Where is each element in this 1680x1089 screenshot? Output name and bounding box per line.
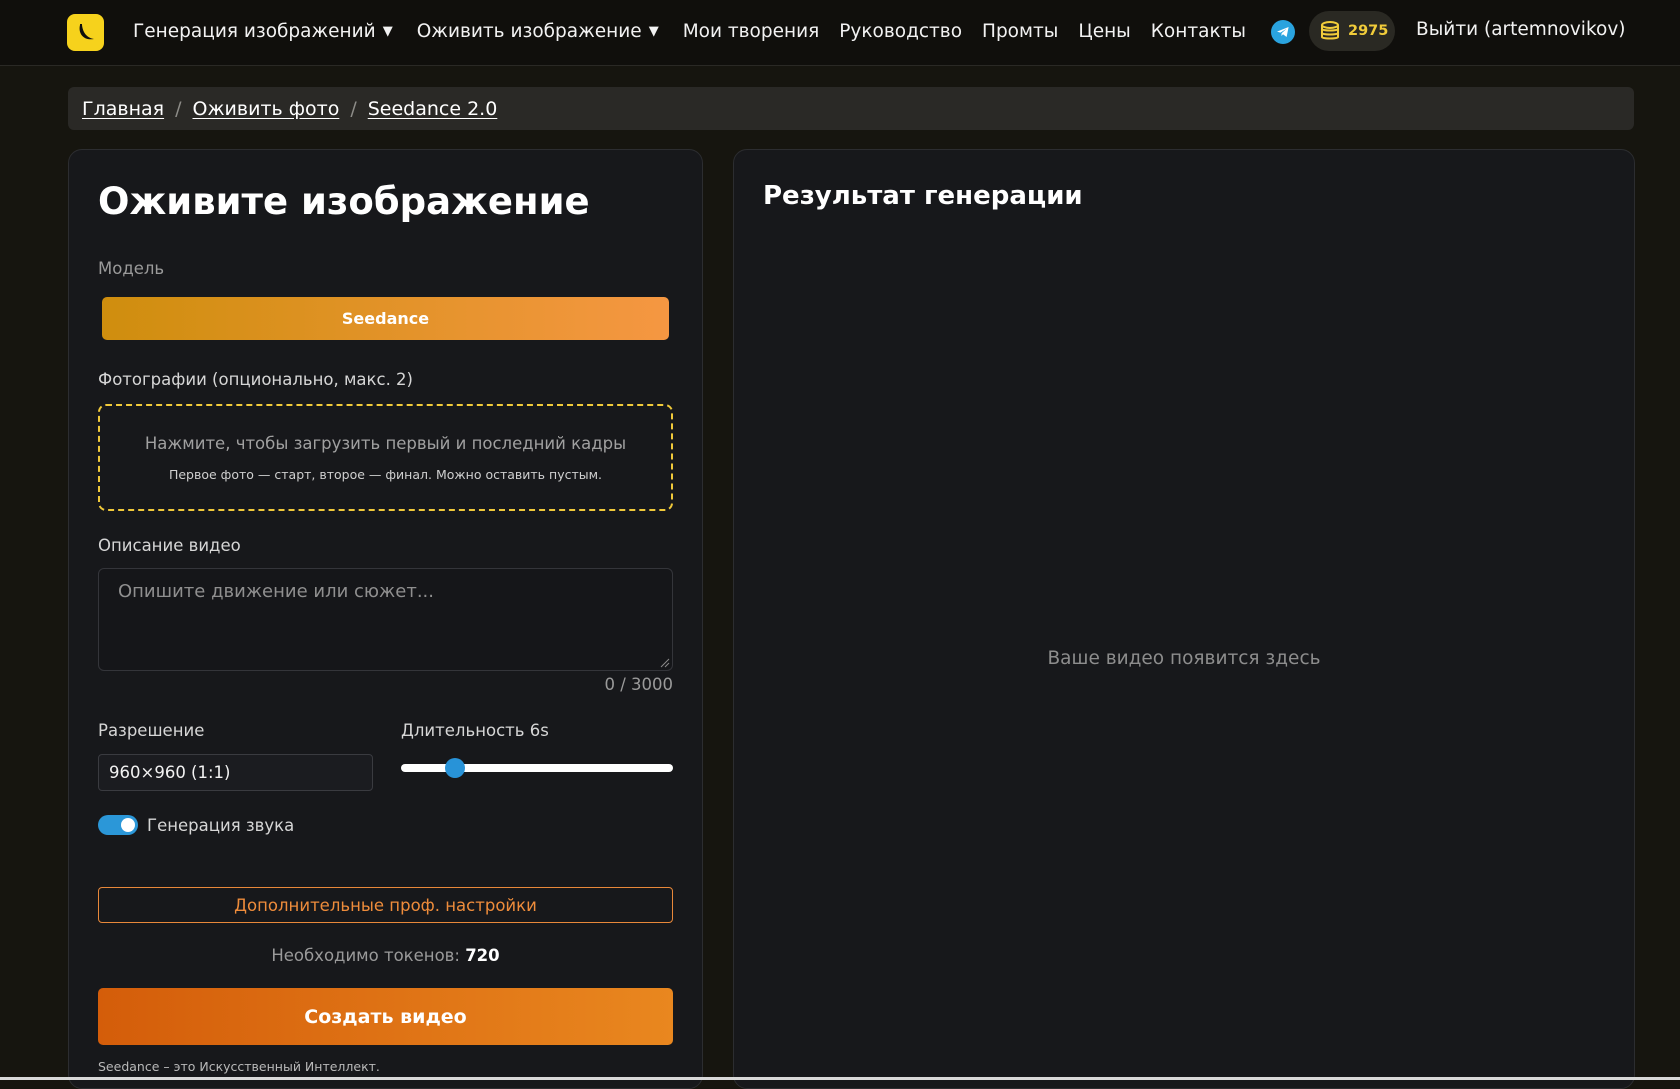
char-counter: 0 / 3000: [604, 675, 673, 694]
create-video-button[interactable]: Создать видео: [98, 988, 673, 1045]
breadcrumb-separator: /: [350, 97, 357, 120]
tokens-required: Необходимо токенов: 720: [98, 946, 673, 965]
breadcrumb-animate-photo[interactable]: Оживить фото: [192, 98, 339, 120]
sound-label: Генерация звука: [147, 816, 295, 835]
tokens-value: 720: [465, 946, 500, 965]
nav-label: Оживить изображение: [416, 20, 642, 42]
photos-label: Фотографии (опционально, макс. 2): [98, 370, 413, 389]
result-title: Результат генерации: [763, 181, 1083, 211]
breadcrumb-separator: /: [175, 97, 182, 120]
coins-icon: [1321, 21, 1339, 40]
main-nav: Генерация изображений ▼ Оживить изображе…: [133, 0, 1266, 62]
form-title: Оживите изображение: [98, 180, 590, 223]
duration-label: Длительность 6s: [401, 721, 549, 740]
photo-upload-dropzone[interactable]: Нажмите, чтобы загрузить первый и послед…: [98, 404, 673, 511]
nav-prompts[interactable]: Промты: [982, 21, 1058, 42]
description-label: Описание видео: [98, 536, 241, 555]
banana-logo-icon[interactable]: [67, 14, 104, 51]
top-header: Генерация изображений ▼ Оживить изображе…: [0, 0, 1680, 66]
nav-label: Генерация изображений: [133, 20, 376, 42]
breadcrumb: Главная / Оживить фото / Seedance 2.0: [68, 87, 1634, 130]
telegram-icon[interactable]: [1271, 20, 1295, 44]
caret-down-icon: ▼: [382, 23, 393, 39]
resolution-select[interactable]: 960×960 (1:1): [98, 754, 373, 791]
logout-link[interactable]: Выйти (artemnovikov): [1416, 19, 1626, 40]
description-textarea[interactable]: Опишите движение или сюжет...: [98, 568, 673, 671]
nav-animate-image[interactable]: Оживить изображение ▼: [417, 21, 659, 42]
nav-image-generation[interactable]: Генерация изображений ▼: [133, 21, 393, 42]
model-select-button[interactable]: Seedance: [102, 297, 669, 340]
ai-disclaimer: Seedance – это Искусственный Интеллект.: [98, 1059, 380, 1074]
duration-slider[interactable]: [401, 758, 673, 778]
nav-my-creations[interactable]: Мои творения: [683, 21, 820, 42]
balance-value: 2975: [1348, 23, 1389, 39]
sound-toggle[interactable]: [98, 815, 138, 835]
nav-guide[interactable]: Руководство: [839, 21, 962, 42]
breadcrumb-current[interactable]: Seedance 2.0: [368, 98, 498, 120]
upload-hint: Первое фото — старт, второе — финал. Мож…: [168, 467, 603, 482]
resize-grip-icon[interactable]: [660, 658, 670, 668]
upload-instruction: Нажмите, чтобы загрузить первый и послед…: [144, 434, 627, 453]
description-placeholder: Опишите движение или сюжет...: [118, 581, 435, 602]
result-placeholder: Ваше видео появится здесь: [1047, 648, 1321, 669]
advanced-settings-button[interactable]: Дополнительные проф. настройки: [98, 887, 673, 923]
tokens-label: Необходимо токенов:: [271, 946, 460, 965]
duration-slider-thumb[interactable]: [445, 758, 466, 778]
token-balance[interactable]: 2975: [1309, 11, 1395, 51]
breadcrumb-home[interactable]: Главная: [82, 98, 164, 120]
generation-form-panel: Оживите изображение Модель Seedance Фото…: [68, 149, 703, 1089]
result-panel: Результат генерации Ваше видео появится …: [733, 149, 1635, 1089]
caret-down-icon: ▼: [648, 23, 659, 39]
nav-prices[interactable]: Цены: [1078, 21, 1130, 42]
toggle-knob: [121, 818, 135, 832]
nav-contacts[interactable]: Контакты: [1151, 21, 1246, 42]
resolution-label: Разрешение: [98, 721, 205, 740]
model-label: Модель: [98, 259, 165, 278]
